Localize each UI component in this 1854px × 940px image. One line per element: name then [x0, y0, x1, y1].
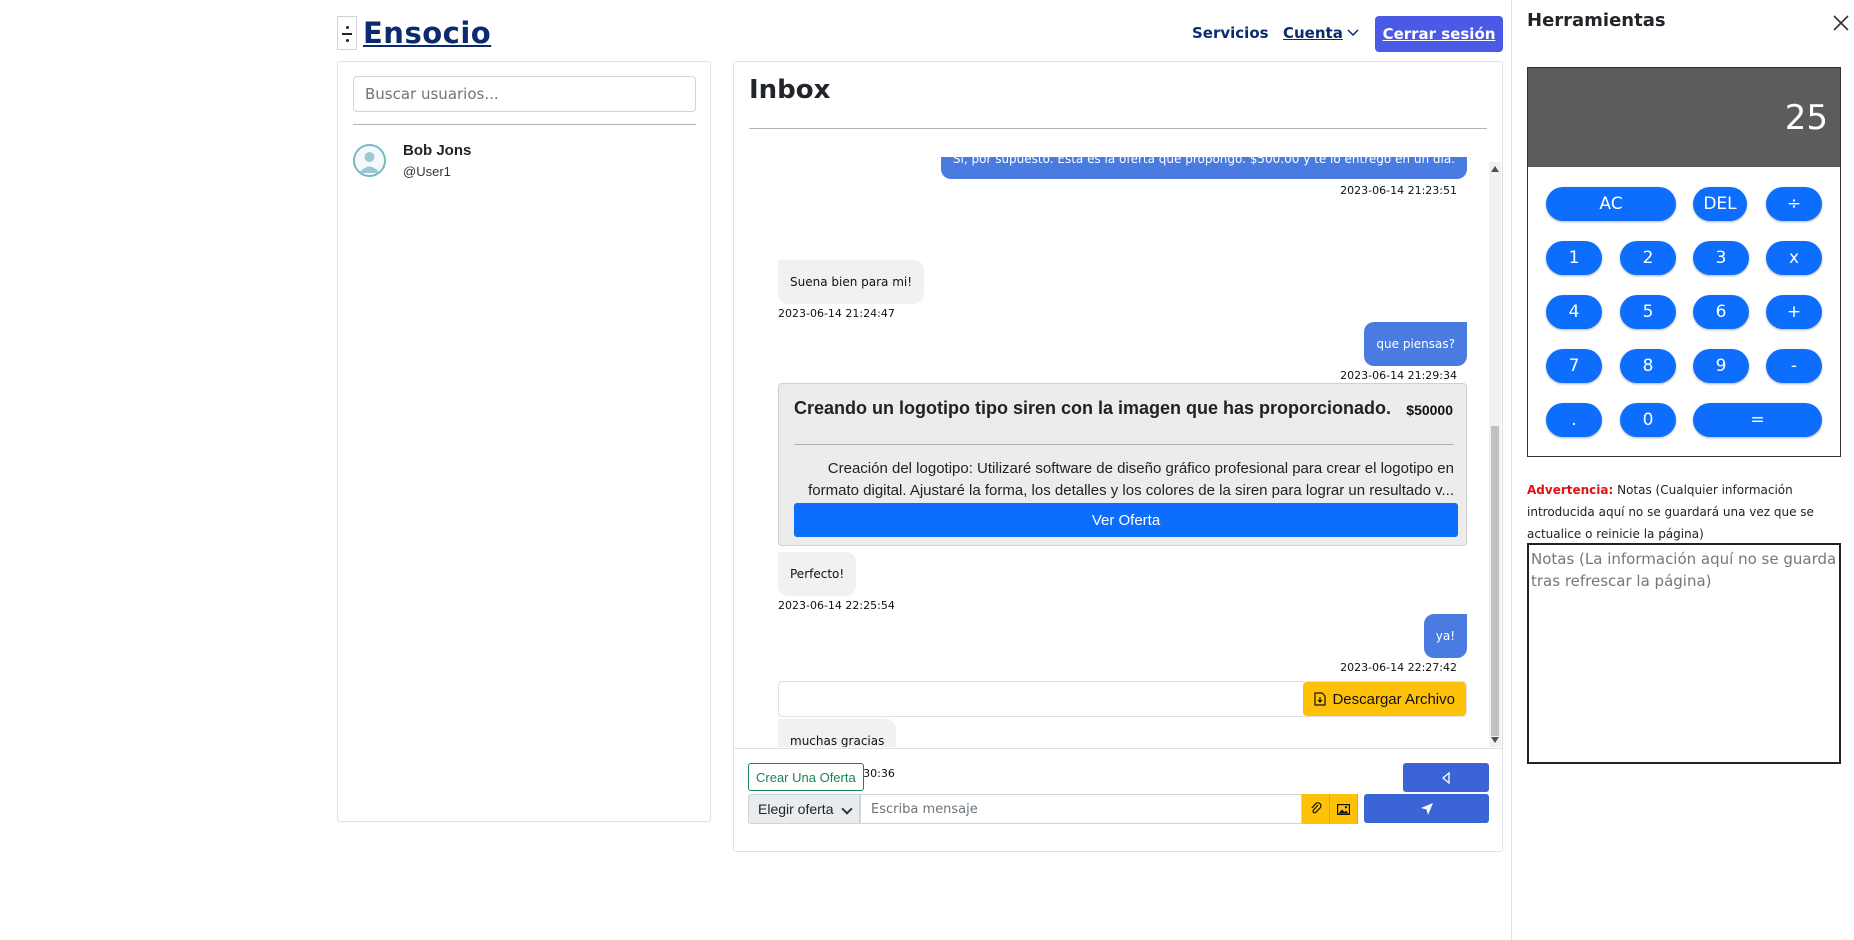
- notes-warning: Advertencia:: [1527, 483, 1614, 497]
- calc-button-4[interactable]: 4: [1546, 295, 1602, 329]
- caret-left-icon: [1441, 771, 1450, 784]
- message-input[interactable]: [860, 794, 1302, 824]
- message-bubble-incoming: Suena bien para mi!: [778, 260, 925, 304]
- message-timestamp: 2023-06-14 21:23:51: [1340, 184, 1457, 197]
- divider: [749, 128, 1487, 129]
- offer-description: Creación del logotipo: Utilizaré softwar…: [808, 460, 1454, 499]
- calculator: 25 AC DEL ÷ 1 2 3 x 4 5 6 + 7 8 9 - . 0 …: [1527, 67, 1841, 457]
- divider: [734, 748, 1502, 749]
- calc-button-1[interactable]: 1: [1546, 241, 1602, 275]
- calc-button-9[interactable]: 9: [1693, 349, 1749, 383]
- view-offer-button[interactable]: Ver Oferta: [794, 503, 1458, 537]
- close-icon[interactable]: [1832, 14, 1850, 32]
- send-icon: [1420, 802, 1433, 815]
- create-offer-button[interactable]: Crear Una Oferta: [748, 763, 864, 791]
- notes-textarea[interactable]: [1527, 543, 1841, 764]
- message-bubble-incoming: Perfecto!: [778, 552, 857, 596]
- message-bubble-outgoing: Si, por supuesto. Esta es la oferta que …: [940, 157, 1467, 179]
- message-timestamp: 2023-06-14 22:25:54: [778, 599, 895, 612]
- calc-button-3[interactable]: 3: [1693, 241, 1749, 275]
- calc-button-2[interactable]: 2: [1620, 241, 1676, 275]
- send-message-button[interactable]: [1364, 794, 1489, 823]
- offer-title: Creando un logotipo tipo siren con la im…: [794, 398, 1392, 418]
- message-bubble-outgoing: ya!: [1423, 614, 1467, 658]
- search-users-input[interactable]: [353, 76, 696, 112]
- divider: [353, 124, 696, 125]
- user-name: Bob Jons: [403, 142, 472, 159]
- divide-icon: [337, 16, 357, 50]
- nav-account[interactable]: Cuenta: [1283, 24, 1359, 42]
- back-button[interactable]: [1403, 763, 1489, 792]
- nav-services[interactable]: Servicios: [1192, 24, 1269, 42]
- chat-scrollbar[interactable]: [1489, 162, 1501, 747]
- chevron-down-icon: [1347, 29, 1359, 37]
- notes-label: Advertencia: Notas (Cualquier informació…: [1527, 479, 1847, 545]
- attach-file-button[interactable]: [1302, 794, 1330, 824]
- chat-messages[interactable]: Si, por supuesto. Esta es la oferta que …: [734, 157, 1502, 747]
- calc-button-7[interactable]: 7: [1546, 349, 1602, 383]
- image-icon: [1337, 803, 1350, 815]
- file-attachment: Descargar Archivo: [778, 681, 1467, 717]
- user-handle: @User1: [403, 164, 451, 179]
- calc-button-5[interactable]: 5: [1620, 295, 1676, 329]
- brand-name[interactable]: Ensocio: [363, 16, 491, 50]
- message-timestamp: 2023-06-14 22:27:42: [1340, 661, 1457, 674]
- message-timestamp: 2023-06-14 21:24:47: [778, 307, 895, 320]
- avatar-icon: [353, 144, 386, 177]
- calc-button-equals[interactable]: =: [1693, 403, 1822, 437]
- calc-button-clear[interactable]: AC: [1546, 187, 1676, 221]
- page-title: Inbox: [749, 75, 831, 105]
- offer-price: $50000: [1406, 402, 1453, 418]
- calc-button-0[interactable]: 0: [1620, 403, 1676, 437]
- message-bubble-incoming: muchas gracias: [778, 719, 897, 747]
- scroll-up-icon[interactable]: [1491, 166, 1499, 172]
- scroll-down-icon[interactable]: [1491, 737, 1499, 743]
- calc-button-divide[interactable]: ÷: [1766, 187, 1822, 221]
- calculator-display: 25: [1528, 68, 1840, 167]
- download-file-button[interactable]: Descargar Archivo: [1303, 682, 1466, 716]
- download-label: Descargar Archivo: [1332, 690, 1455, 708]
- offer-select[interactable]: Elegir oferta: [748, 794, 860, 824]
- calc-button-add[interactable]: +: [1766, 295, 1822, 329]
- chevron-down-icon: [841, 803, 853, 815]
- inbox-card: Inbox Si, por supuesto. Esta es la ofert…: [733, 61, 1503, 852]
- divider: [794, 444, 1454, 445]
- offer-card: Creando un logotipo tipo siren con la im…: [778, 383, 1467, 546]
- calc-button-decimal[interactable]: .: [1546, 403, 1602, 437]
- message-bubble-outgoing: que piensas?: [1364, 322, 1467, 366]
- nav-account-label: Cuenta: [1283, 24, 1343, 42]
- tools-title: Herramientas: [1527, 10, 1666, 31]
- offer-select-value: Elegir oferta: [758, 801, 834, 817]
- file-download-icon: [1314, 692, 1327, 706]
- calc-button-subtract[interactable]: -: [1766, 349, 1822, 383]
- calc-button-delete[interactable]: DEL: [1693, 187, 1747, 221]
- calc-button-8[interactable]: 8: [1620, 349, 1676, 383]
- paperclip-icon: [1310, 802, 1321, 814]
- message-timestamp: 2023-06-14 21:29:34: [1340, 369, 1457, 382]
- tools-panel: Herramientas 25 AC DEL ÷ 1 2 3 x 4 5 6 +…: [1511, 0, 1854, 940]
- attach-image-button[interactable]: [1330, 794, 1358, 824]
- brand-logo[interactable]: Ensocio: [337, 16, 491, 50]
- logout-button[interactable]: Cerrar sesión: [1375, 16, 1503, 52]
- scrollbar-thumb[interactable]: [1491, 426, 1499, 736]
- users-panel: Bob Jons @User1: [337, 61, 711, 822]
- calc-button-6[interactable]: 6: [1693, 295, 1749, 329]
- calc-button-multiply[interactable]: x: [1766, 241, 1822, 275]
